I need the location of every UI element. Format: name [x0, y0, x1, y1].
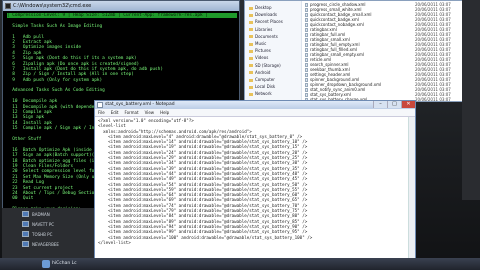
taskbar[interactable]: hiCchan Lc	[0, 258, 480, 270]
computer-icon	[22, 211, 29, 217]
explorer-file-list[interactable]: progress_circle_shadow.xml 20/06/2011 03:…	[303, 1, 463, 101]
menu-help[interactable]: Help	[157, 109, 172, 116]
maximize-button[interactable]: □	[387, 101, 401, 108]
explorer-scrollbar[interactable]	[462, 0, 480, 200]
console-title-bar[interactable]: C:\Windows\system32\cmd.exe	[3, 1, 239, 11]
computer-item[interactable]: NEVAGERBEE	[32, 242, 59, 247]
nav-item[interactable]: Downloads	[249, 12, 277, 17]
computer-item[interactable]: BADMAN	[32, 212, 50, 217]
nav-item[interactable]: Android	[249, 70, 270, 75]
nav-item[interactable]: Desktop	[249, 5, 272, 10]
nav-item[interactable]: Videos	[249, 55, 268, 60]
menu-view[interactable]: View	[142, 109, 158, 116]
explorer-navigation-pane[interactable]: Desktop Downloads Recent Places Libraries Do…	[245, 1, 302, 101]
computer-icon	[22, 221, 29, 227]
notepad-window[interactable]: stat_sys_battery.xml - Notepad – □ ✕ Fil…	[94, 100, 416, 270]
notepad-title-bar[interactable]: stat_sys_battery.xml - Notepad	[95, 101, 415, 109]
computer-item[interactable]: TOSHB PC	[32, 232, 52, 237]
taskbar-label[interactable]: hiCchan Lc	[52, 259, 77, 269]
menu-edit[interactable]: Edit	[108, 109, 122, 116]
taskbar-app-icon[interactable]	[42, 260, 50, 268]
notepad-line: </level-list>	[98, 239, 131, 245]
notepad-title: stat_sys_battery.xml - Notepad	[105, 102, 175, 107]
notepad-menu-bar: File Edit Format View Help	[95, 109, 415, 117]
nav-item[interactable]: Recent Places	[249, 19, 283, 24]
computer-icon	[22, 241, 29, 247]
nav-item[interactable]: Pictures	[249, 48, 271, 53]
computer-item[interactable]: NAVETT PC	[32, 222, 54, 227]
explorer-window[interactable]: Desktop Downloads Recent Places Libraries Do…	[244, 0, 464, 102]
menu-file[interactable]: File	[95, 109, 108, 116]
nav-item[interactable]: Documents	[249, 34, 278, 39]
minimize-button[interactable]: –	[373, 101, 387, 108]
computer-icon	[22, 231, 29, 237]
notepad-scrollbar[interactable]	[408, 117, 415, 267]
console-icon	[5, 3, 11, 9]
close-button[interactable]: ✕	[401, 101, 415, 108]
console-title: C:\Windows\system32\cmd.exe	[13, 3, 92, 9]
nav-item[interactable]: Local Disk	[249, 84, 275, 89]
menu-format[interactable]: Format	[121, 109, 141, 116]
nav-item[interactable]: Computer	[249, 77, 275, 82]
nav-item[interactable]: SD (Storage)	[249, 63, 281, 68]
nav-item[interactable]: Music	[249, 41, 266, 46]
console-line: | Compression-Level: 9 | Heap Size: 512m…	[7, 13, 237, 19]
nav-item[interactable]: Libraries	[249, 27, 272, 32]
notepad-text-area[interactable]: <?xml version="1.0" encoding="utf-8"?> <l…	[98, 118, 410, 266]
notepad-icon	[97, 102, 103, 108]
file-date: 20/06/2011 03:07	[415, 97, 451, 102]
nav-item[interactable]: Network	[249, 91, 272, 96]
network-computers-panel[interactable]: BADMAN NAVETT PC TOSHB PC NEVAGERBEE	[2, 208, 94, 258]
